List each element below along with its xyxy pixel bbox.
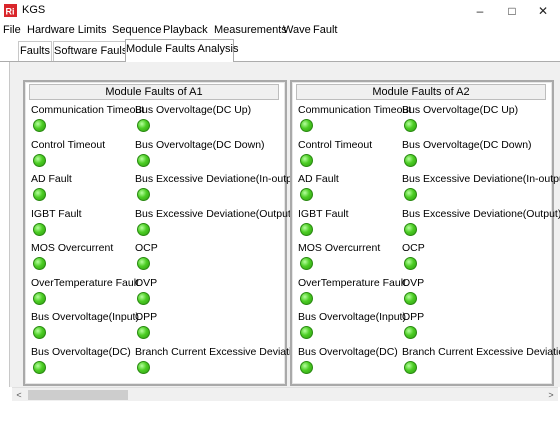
scroll-left-arrow[interactable]: <	[12, 388, 26, 402]
fault-label: MOS Overcurrent	[298, 242, 381, 254]
menu-file[interactable]: File	[3, 24, 21, 36]
maximize-button[interactable]: □	[497, 2, 527, 20]
fault-label: Bus Excessive Deviatione(Output)	[135, 207, 295, 220]
status-led-indicator	[300, 257, 313, 270]
fault-label: AD Fault	[31, 173, 72, 185]
status-led-indicator	[33, 326, 46, 339]
fault-label: Bus Excessive Deviatione(Output)	[402, 207, 560, 220]
status-led-indicator	[33, 291, 46, 305]
menu-fault[interactable]: Fault	[313, 24, 337, 36]
tab-content: Module Faults of A1 Communication Timeou…	[9, 62, 560, 387]
status-led-indicator	[300, 153, 313, 167]
fault-label: OVP	[402, 276, 425, 289]
status-led-indicator	[137, 153, 150, 167]
status-led-indicator	[137, 360, 150, 374]
status-led-indicator	[404, 326, 417, 339]
menu-hardware-limits[interactable]: Hardware Limits	[27, 24, 106, 36]
status-led-indicator	[33, 222, 46, 236]
status-led-indicator	[33, 257, 46, 270]
fault-label: OPP	[402, 311, 425, 323]
fault-label: MOS Overcurrent	[31, 242, 114, 254]
fault-label: OCP	[135, 242, 158, 254]
svg-text:Ri: Ri	[6, 7, 15, 17]
minimize-button[interactable]: –	[465, 2, 495, 20]
tab-software-fauls[interactable]: Software Fauls	[53, 41, 127, 61]
menu-bar: File Hardware Limits Sequence Playback M…	[0, 22, 560, 40]
status-led-indicator	[404, 188, 417, 201]
status-led-indicator	[33, 188, 46, 201]
fault-label: Bus Excessive Deviatione(In-output)	[135, 173, 305, 185]
status-led-indicator	[137, 188, 150, 201]
status-led-indicator	[137, 326, 150, 339]
app-logo-icon: Ri	[4, 4, 17, 17]
fault-label: Bus Overvoltage(DC Up)	[135, 104, 252, 116]
fault-label: Bus Overvoltage(DC)	[298, 345, 398, 358]
panel-title: Module Faults of A2	[296, 84, 546, 100]
panel-title: Module Faults of A1	[29, 84, 279, 100]
menu-wave[interactable]: Wave	[283, 24, 311, 36]
module-faults-panel-a1: Module Faults of A1 Communication Timeou…	[23, 80, 309, 386]
window-bottom	[0, 401, 560, 421]
fault-label: OVP	[135, 276, 158, 289]
tab-faults[interactable]: Faults	[18, 41, 52, 61]
fault-label: Communication Timeout	[298, 104, 412, 116]
fault-label: Control Timeout	[298, 138, 373, 151]
scroll-thumb[interactable]	[28, 390, 128, 400]
status-led-indicator	[300, 188, 313, 201]
fault-label: Bus Overvoltage(DC Up)	[402, 104, 519, 116]
status-led-indicator	[404, 119, 417, 132]
fault-label: Branch Current Excessive Deviatione	[402, 345, 560, 358]
title-bar: Ri KGS – □ ✕	[0, 0, 560, 22]
fault-label: Bus Overvoltage(Input)	[298, 311, 406, 323]
status-led-indicator	[137, 257, 150, 270]
status-led-indicator	[300, 119, 313, 132]
status-led-indicator	[300, 326, 313, 339]
status-led-indicator	[404, 153, 417, 167]
status-led-indicator	[300, 360, 313, 374]
fault-label: OverTemperature Fault	[31, 276, 139, 289]
close-button[interactable]: ✕	[528, 2, 558, 20]
status-led-indicator	[137, 119, 150, 132]
window-title: KGS	[22, 4, 46, 16]
fault-label: IGBT Fault	[298, 207, 349, 220]
status-led-indicator	[404, 291, 417, 305]
status-led-indicator	[404, 222, 417, 236]
status-led-indicator	[33, 360, 46, 374]
status-led-indicator	[33, 119, 46, 132]
tab-module-faults-analysis[interactable]: Module Faults Analysis	[125, 39, 239, 62]
tab-bar: Faults Software Fauls Module Faults Anal…	[0, 39, 560, 62]
menu-measurements[interactable]: Measurements	[214, 24, 287, 36]
fault-label: Branch Current Excessive Deviatione	[135, 345, 309, 358]
scroll-right-arrow[interactable]: >	[544, 388, 558, 402]
fault-label: Control Timeout	[31, 138, 106, 151]
fault-label: Communication Timeout	[31, 104, 145, 116]
horizontal-scrollbar[interactable]: < >	[12, 387, 558, 402]
status-led-indicator	[300, 222, 313, 236]
fault-label: OPP	[135, 311, 158, 323]
menu-sequence[interactable]: Sequence	[112, 24, 162, 36]
fault-label: Bus Overvoltage(DC Down)	[402, 138, 532, 151]
fault-label: Bus Overvoltage(DC Down)	[135, 138, 265, 151]
fault-label: IGBT Fault	[31, 207, 82, 220]
status-led-indicator	[33, 153, 46, 167]
fault-label: Bus Excessive Deviatione(In-output)	[402, 173, 560, 185]
fault-label: AD Fault	[298, 173, 339, 185]
status-led-indicator	[137, 222, 150, 236]
fault-label: Bus Overvoltage(Input)	[31, 311, 139, 323]
status-led-indicator	[137, 291, 150, 305]
fault-label: Bus Overvoltage(DC)	[31, 345, 131, 358]
module-faults-panel-a2: Module Faults of A2 Communication Timeou…	[290, 80, 560, 386]
fault-label: OCP	[402, 242, 425, 254]
fault-label: OverTemperature Fault	[298, 276, 406, 289]
status-led-indicator	[404, 360, 417, 374]
status-led-indicator	[300, 291, 313, 305]
status-led-indicator	[404, 257, 417, 270]
menu-playback[interactable]: Playback	[163, 24, 208, 36]
